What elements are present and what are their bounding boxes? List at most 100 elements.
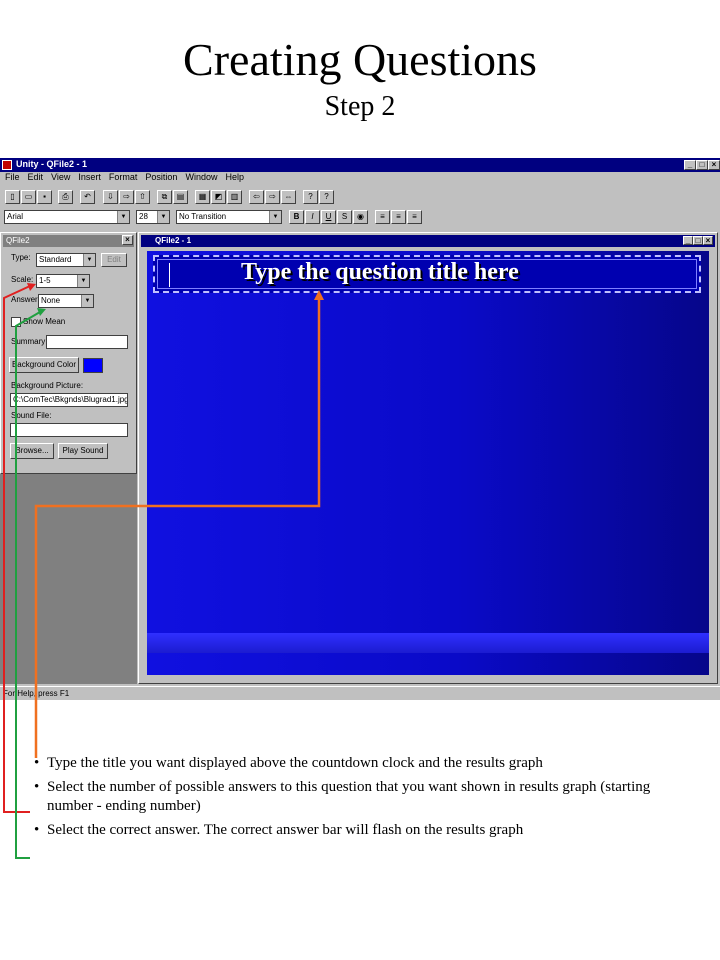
film-icon[interactable]: ▥ (227, 190, 242, 204)
minimize-icon[interactable]: _ (684, 160, 696, 170)
app-screenshot: Unity - QFile2 - 1 _ □ × File Edit View Ins… (0, 158, 720, 700)
chevron-down-icon: ▼ (83, 254, 95, 266)
copy-icon[interactable]: ⧉ (157, 190, 172, 204)
align-center-icon[interactable]: ≡ (391, 210, 406, 224)
background-color-button[interactable]: Background Color (9, 357, 79, 373)
maximize-icon[interactable]: □ (693, 236, 703, 245)
open-icon[interactable]: ▭ (21, 190, 36, 204)
italic-icon[interactable]: I (305, 210, 320, 224)
app-titlebar: Unity - QFile2 - 1 _ □ × (0, 158, 720, 172)
instructions-list: • Type the title you want displayed above… (34, 754, 674, 845)
type-value: Standard (39, 255, 72, 264)
menu-window[interactable]: Window (185, 172, 217, 182)
font-select[interactable]: Arial ▼ (4, 210, 130, 224)
menu-insert[interactable]: Insert (78, 172, 101, 182)
background-picture-label: Background Picture: (11, 381, 84, 390)
bullet-text: Select the correct answer. The correct a… (47, 822, 524, 838)
chevron-down-icon: ▼ (269, 211, 281, 223)
picture-icon[interactable]: ◩ (211, 190, 226, 204)
document-window: QFile2 - 1 _ □ × Type the question title… (138, 232, 718, 684)
color-icon[interactable]: ◉ (353, 210, 368, 224)
undo-icon[interactable]: ↶ (80, 190, 95, 204)
scale-value: 1-5 (39, 276, 51, 285)
background-picture-input[interactable]: C:\ComTec\Bkgnds\Blugrad1.jpg (10, 393, 128, 407)
document-titlebar: QFile2 - 1 (141, 235, 715, 247)
size-select[interactable]: 28 ▼ (136, 210, 170, 224)
format-toolbar: Arial ▼ 28 ▼ No Transition ▼ B I U S ◉ ≡ ≡ … (0, 208, 720, 226)
forward-icon[interactable]: ⇨ (265, 190, 280, 204)
menu-edit[interactable]: Edit (28, 172, 44, 182)
export-icon[interactable]: ⇨ (119, 190, 134, 204)
slide-canvas[interactable]: Type the question title here (147, 251, 709, 675)
status-bar: For Help, press F1 (0, 686, 720, 700)
import-icon[interactable]: ⇩ (103, 190, 118, 204)
context-help-icon[interactable]: ? (319, 190, 334, 204)
sound-file-input[interactable] (10, 423, 128, 437)
bullet-text: Select the number of possible answers to… (47, 779, 651, 814)
scale-label: Scale: (11, 275, 34, 284)
align-left-icon[interactable]: ≡ (375, 210, 390, 224)
slide-subtitle: Step 2 (324, 91, 396, 122)
slide-icon[interactable]: ▦ (195, 190, 210, 204)
shadow-icon[interactable]: S (337, 210, 352, 224)
paste-icon[interactable]: ▤ (173, 190, 188, 204)
chevron-down-icon: ▼ (157, 211, 169, 223)
help-icon[interactable]: ? (303, 190, 318, 204)
transition-select[interactable]: No Transition ▼ (176, 210, 282, 224)
menu-file[interactable]: File (5, 172, 20, 182)
sound-file-label: Sound File: (11, 411, 52, 420)
print-icon[interactable]: ⎙ (58, 190, 73, 204)
list-item: • Select the correct answer. The correct … (34, 821, 674, 840)
question-properties-panel: QFile2 × Type: Standard ▼ Edit Scale: 1-5… (0, 232, 137, 474)
list-item: • Select the number of possible answers t… (34, 778, 674, 816)
menu-format[interactable]: Format (109, 172, 138, 182)
back-icon[interactable]: ⇦ (249, 190, 264, 204)
chevron-down-icon: ▼ (81, 295, 93, 307)
transition-value: No Transition (179, 212, 227, 221)
swap-icon[interactable]: ⇔ (281, 190, 296, 204)
workspace-background (0, 474, 137, 684)
menu-view[interactable]: View (51, 172, 70, 182)
list-item: • Type the title you want displayed above… (34, 754, 674, 773)
maximize-icon[interactable]: □ (696, 160, 708, 170)
play-sound-button[interactable]: Play Sound (58, 443, 108, 459)
underline-icon[interactable]: U (321, 210, 336, 224)
close-icon[interactable]: × (122, 235, 133, 245)
browse-button[interactable]: Browse... (10, 443, 54, 459)
bullet-dot: • (34, 822, 40, 838)
menu-position[interactable]: Position (145, 172, 177, 182)
size-value: 28 (139, 212, 148, 221)
chevron-down-icon: ▼ (77, 275, 89, 287)
close-icon[interactable]: × (708, 160, 720, 170)
text-cursor (169, 263, 170, 287)
type-select[interactable]: Standard ▼ (36, 253, 96, 267)
show-mean-checkbox[interactable] (11, 317, 21, 327)
panel-title: QFile2 (3, 235, 134, 247)
slide-title: Creating Questions (183, 34, 537, 85)
answer-select[interactable]: None ▼ (38, 294, 94, 308)
bold-icon[interactable]: B (289, 210, 304, 224)
answer-label: Answer: (11, 295, 40, 304)
font-value: Arial (7, 212, 24, 221)
app-icon (2, 160, 12, 170)
question-title-text[interactable]: Type the question title here (241, 259, 519, 286)
align-right-icon[interactable]: ≡ (407, 210, 422, 224)
type-label: Type: (11, 253, 31, 262)
status-text: For Help, press F1 (3, 689, 70, 698)
summary-input[interactable] (46, 335, 128, 349)
chevron-down-icon: ▼ (117, 211, 129, 223)
summary-label: Summary: (11, 337, 48, 346)
scale-select[interactable]: 1-5 ▼ (36, 274, 90, 288)
background-color-swatch[interactable] (83, 358, 103, 373)
answer-value: None (41, 296, 61, 305)
save-icon[interactable]: ▪ (37, 190, 52, 204)
close-icon[interactable]: × (703, 236, 713, 245)
new-icon[interactable]: ▯ (5, 190, 20, 204)
minimize-icon[interactable]: _ (683, 236, 693, 245)
question-title-box[interactable]: Type the question title here (153, 255, 701, 293)
edit-button[interactable]: Edit (101, 253, 127, 267)
standard-toolbar: ▯ ▭ ▪ ⎙ ↶ ⇩ ⇨ ⇧ ⧉ ▤ ▦ ◩ ▥ ⇦ ⇨ ⇔ ? ? (0, 188, 720, 206)
show-mean-label: Show Mean (23, 317, 66, 326)
upload-icon[interactable]: ⇧ (135, 190, 150, 204)
menu-help[interactable]: Help (225, 172, 244, 182)
